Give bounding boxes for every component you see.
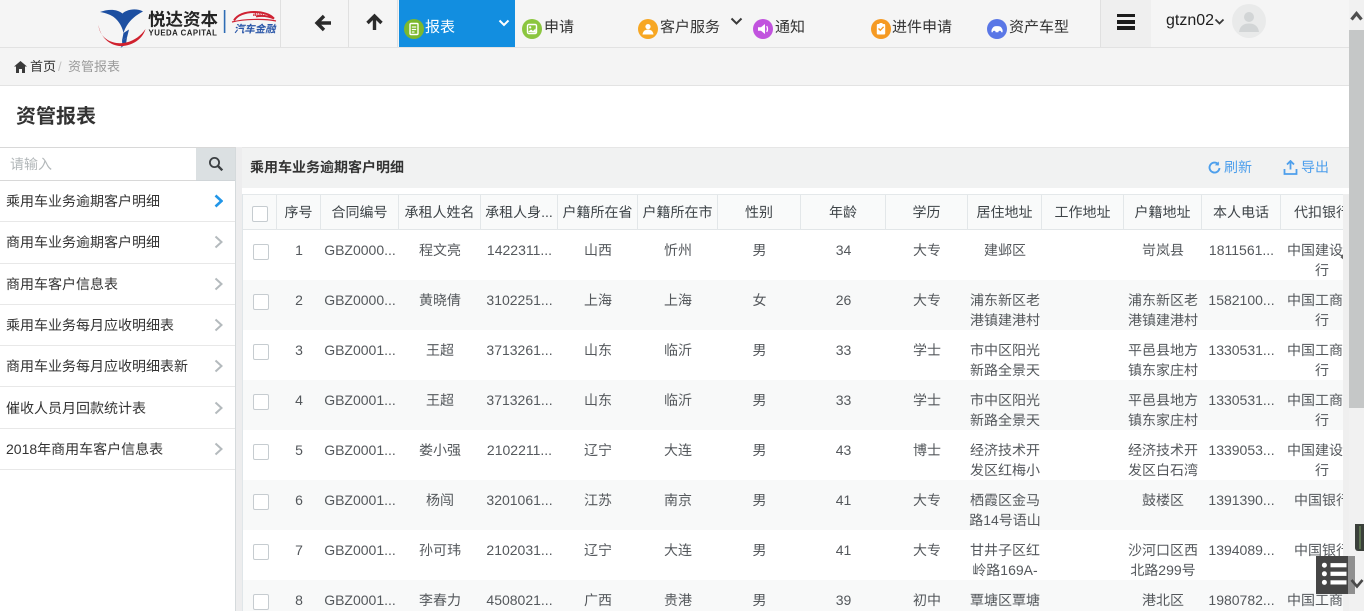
svg-text:auto: auto [253,12,266,18]
svg-text:汽车金融: 汽车金融 [234,20,277,35]
svg-text:YUEDA CAPITAL: YUEDA CAPITAL [149,28,218,37]
